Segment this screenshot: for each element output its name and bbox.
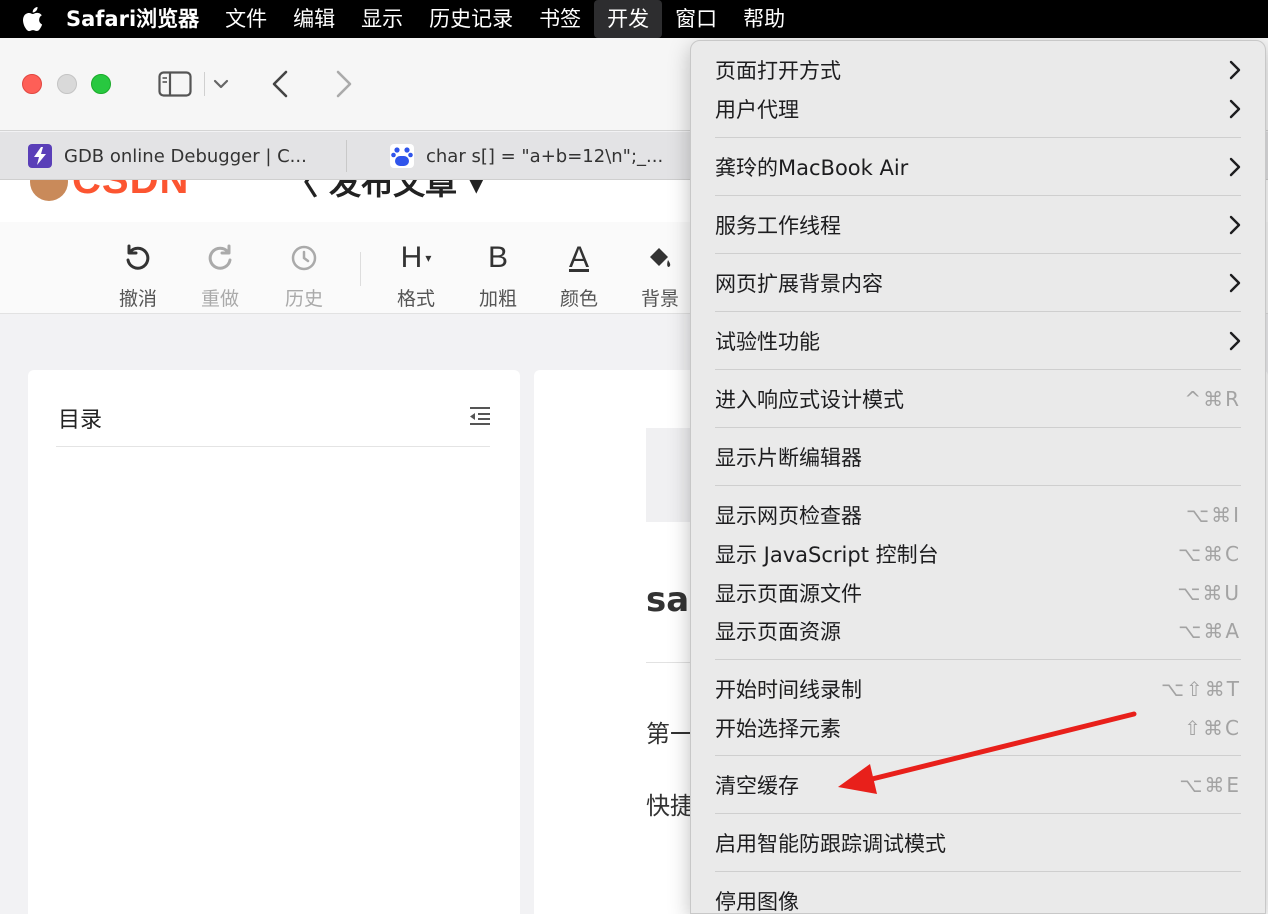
chevron-right-icon bbox=[1229, 331, 1241, 351]
chevron-right-icon bbox=[1229, 273, 1241, 293]
menu-item-itp-debug-mode[interactable]: 启用智能防跟踪调试模式 bbox=[691, 824, 1265, 862]
menu-window[interactable]: 窗口 bbox=[662, 0, 730, 38]
develop-menu: 页面打开方式 用户代理 龚玲的MacBook Air 服务工作线程 网页扩展背景… bbox=[690, 40, 1266, 914]
menu-item-js-console[interactable]: 显示 JavaScript 控制台 ⌥⌘C bbox=[691, 535, 1265, 573]
menu-item-user-agent[interactable]: 用户代理 bbox=[691, 90, 1265, 128]
font-color-icon: A bbox=[568, 241, 589, 274]
heading-icon: H ▾ bbox=[400, 241, 432, 274]
history-icon bbox=[289, 236, 319, 280]
toolbar-divider bbox=[360, 252, 361, 286]
apple-icon[interactable] bbox=[0, 6, 64, 32]
menu-separator bbox=[715, 485, 1241, 486]
menu-separator bbox=[715, 195, 1241, 196]
baidu-paw-icon bbox=[390, 144, 414, 168]
menu-item-page-resources[interactable]: 显示页面资源 ⌥⌘A bbox=[691, 612, 1265, 650]
toolbar-divider bbox=[204, 72, 205, 96]
tab-gdb-online[interactable]: GDB online Debugger | C... bbox=[28, 132, 338, 180]
menu-item-select-element[interactable]: 开始选择元素 ⇧⌘C bbox=[691, 709, 1265, 747]
menu-history[interactable]: 历史记录 bbox=[416, 0, 526, 38]
toc-title: 目录 bbox=[58, 408, 103, 433]
format-button[interactable]: H ▾ 格式 bbox=[386, 222, 446, 314]
content-fragment-shortcut[interactable]: 快捷 bbox=[646, 786, 694, 821]
menu-separator bbox=[715, 813, 1241, 814]
menu-item-snippet-editor[interactable]: 显示片断编辑器 bbox=[691, 438, 1265, 476]
minimize-window-button[interactable] bbox=[57, 74, 77, 94]
menu-separator bbox=[715, 871, 1241, 872]
font-color-button[interactable]: A 颜色 bbox=[549, 222, 609, 314]
toc-divider bbox=[56, 446, 490, 447]
menu-app-safari[interactable]: Safari浏览器 bbox=[64, 0, 212, 38]
csdn-logo[interactable]: CSDN bbox=[30, 180, 189, 203]
fullscreen-window-button[interactable] bbox=[91, 74, 111, 94]
lightning-icon bbox=[28, 144, 52, 168]
tab-baidu-search[interactable]: char s[] = "a+b=12\n";_... bbox=[390, 132, 690, 180]
bold-button[interactable]: B 加粗 bbox=[468, 222, 528, 314]
menu-item-responsive-design[interactable]: 进入响应式设计模式 ^⌘R bbox=[691, 380, 1265, 418]
menu-item-macbook-air[interactable]: 龚玲的MacBook Air bbox=[691, 148, 1265, 186]
menu-bookmarks[interactable]: 书签 bbox=[526, 0, 594, 38]
article-title-fragment[interactable]: sa bbox=[646, 580, 689, 620]
redo-button[interactable]: 重做 bbox=[190, 222, 250, 314]
menu-separator bbox=[715, 253, 1241, 254]
forward-icon[interactable] bbox=[330, 68, 358, 100]
menu-separator bbox=[715, 659, 1241, 660]
chevron-down-icon[interactable] bbox=[210, 74, 232, 94]
menu-separator bbox=[715, 369, 1241, 370]
redo-icon bbox=[205, 236, 235, 280]
undo-button[interactable]: 撤消 bbox=[108, 222, 168, 314]
undo-icon bbox=[123, 236, 153, 280]
menu-item-service-workers[interactable]: 服务工作线程 bbox=[691, 206, 1265, 244]
menu-item-extension-background[interactable]: 网页扩展背景内容 bbox=[691, 264, 1265, 302]
menu-develop[interactable]: 开发 bbox=[594, 0, 663, 38]
back-icon[interactable] bbox=[266, 68, 294, 100]
menu-separator bbox=[715, 137, 1241, 138]
chevron-right-icon bbox=[1229, 99, 1241, 119]
close-window-button[interactable] bbox=[22, 74, 42, 94]
menu-item-page-source[interactable]: 显示页面源文件 ⌥⌘U bbox=[691, 574, 1265, 612]
csdn-mascot-icon bbox=[30, 180, 68, 202]
content-fragment-first[interactable]: 第一 bbox=[646, 714, 694, 749]
tab-title: GDB online Debugger | C... bbox=[64, 145, 307, 167]
publish-article-title[interactable]: 〈 发布文章 ▾ bbox=[286, 180, 484, 204]
collapse-toc-icon[interactable] bbox=[468, 406, 492, 430]
menu-help[interactable]: 帮助 bbox=[730, 0, 798, 38]
menu-item-timeline-recording[interactable]: 开始时间线录制 ⌥⇧⌘T bbox=[691, 670, 1265, 708]
sidebar-toggle-icon[interactable] bbox=[156, 70, 194, 98]
menu-bar: Safari浏览器 文件 编辑 显示 历史记录 书签 开发 窗口 帮助 bbox=[0, 0, 1268, 38]
menu-item-open-page-with[interactable]: 页面打开方式 bbox=[691, 51, 1265, 89]
menu-view[interactable]: 显示 bbox=[348, 0, 416, 38]
toc-panel: 目录 bbox=[28, 370, 520, 914]
bold-icon: B bbox=[487, 241, 508, 274]
chevron-right-icon bbox=[1229, 60, 1241, 80]
menu-item-web-inspector[interactable]: 显示网页检查器 ⌥⌘I bbox=[691, 496, 1265, 534]
menu-edit[interactable]: 编辑 bbox=[280, 0, 348, 38]
history-button[interactable]: 历史 bbox=[274, 222, 334, 314]
tab-title: char s[] = "a+b=12\n";_... bbox=[426, 145, 664, 167]
menu-item-disable-images[interactable]: 停用图像 bbox=[691, 882, 1265, 913]
menu-item-experimental-features[interactable]: 试验性功能 bbox=[691, 322, 1265, 360]
chevron-right-icon bbox=[1229, 215, 1241, 235]
tab-divider bbox=[346, 140, 347, 172]
menu-separator bbox=[715, 755, 1241, 756]
menu-separator bbox=[715, 311, 1241, 312]
chevron-right-icon bbox=[1229, 157, 1241, 177]
menu-item-empty-caches[interactable]: 清空缓存 ⌥⌘E bbox=[691, 766, 1265, 804]
menu-file[interactable]: 文件 bbox=[212, 0, 280, 38]
paint-bucket-icon bbox=[645, 236, 675, 280]
background-color-button[interactable]: 背景 bbox=[630, 222, 690, 314]
menu-separator bbox=[715, 427, 1241, 428]
